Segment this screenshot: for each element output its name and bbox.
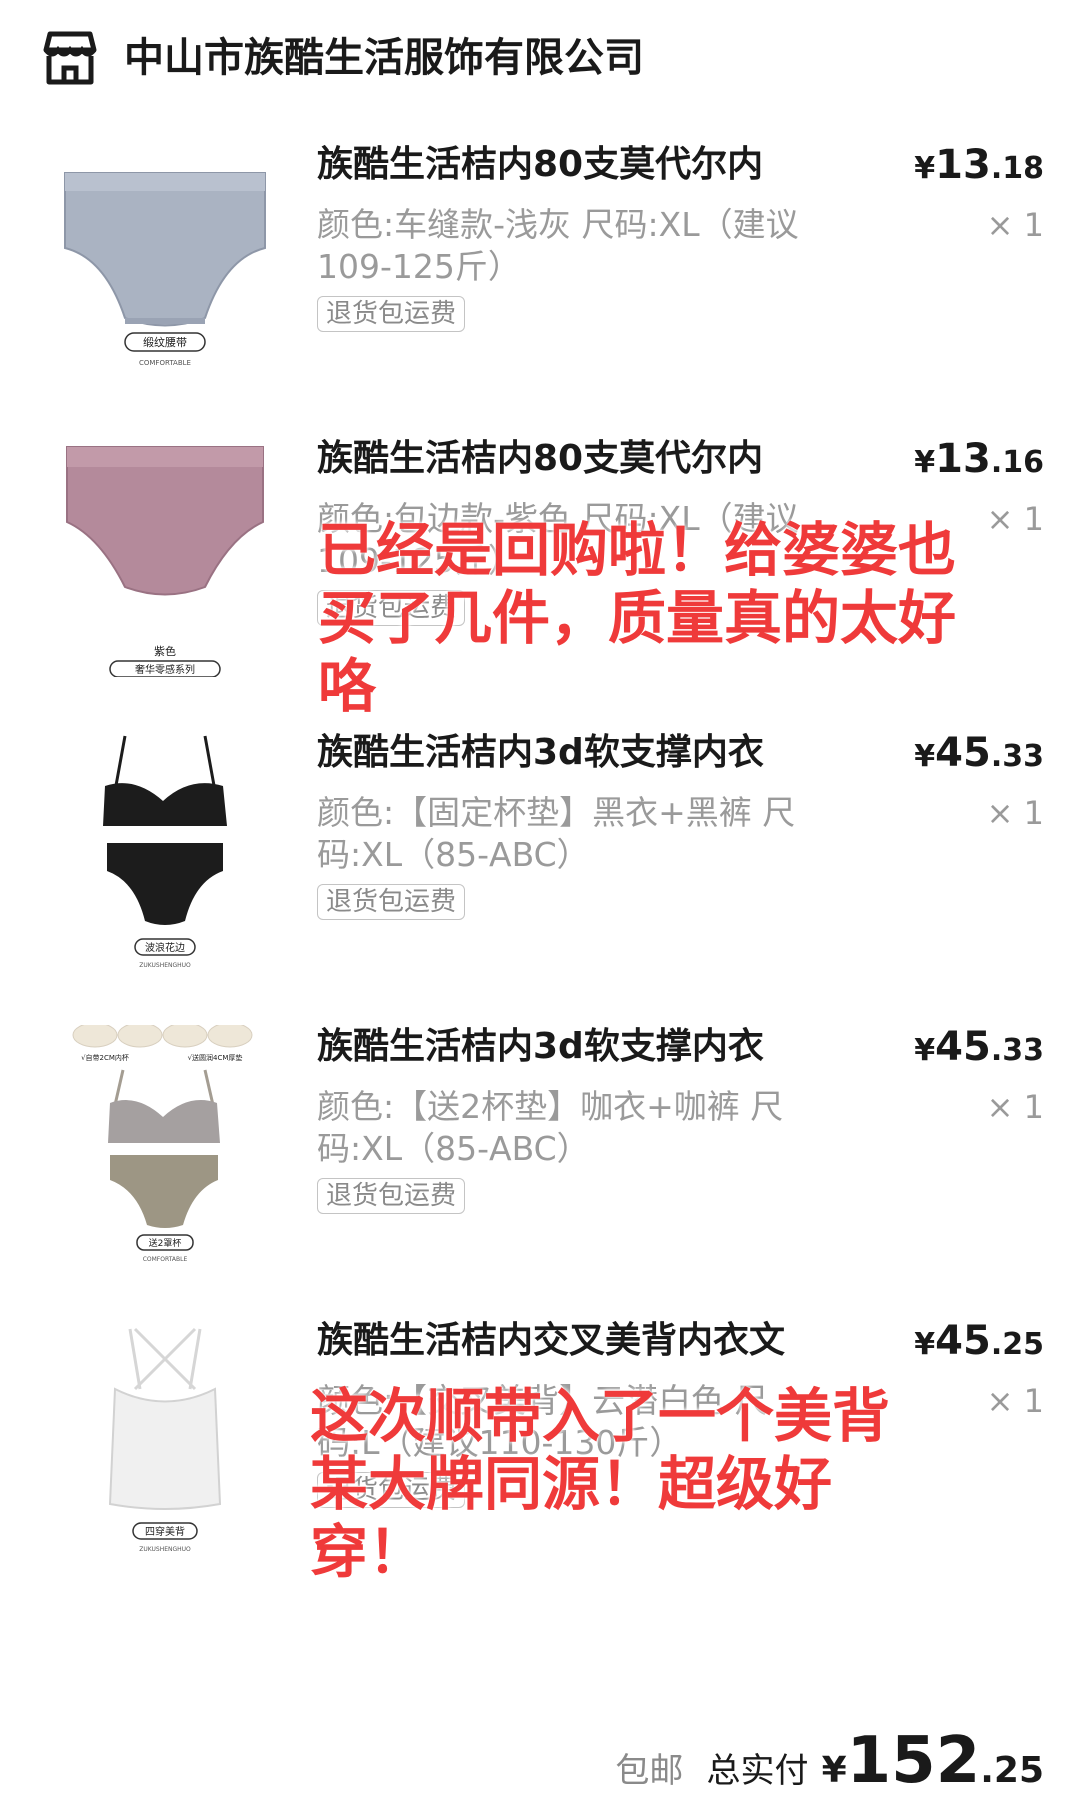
product-price: ¥45.33	[914, 730, 1044, 776]
svg-text:送2罩杯: 送2罩杯	[149, 1237, 182, 1249]
product-thumbnail-panties-gray[interactable]: 缎纹腰带 COMFORTABLE	[55, 143, 275, 383]
product-title[interactable]: 族酷生活桔内3d软支撑内衣	[317, 728, 837, 778]
store-icon	[43, 31, 97, 85]
svg-text:缎纹腰带: 缎纹腰带	[143, 335, 187, 349]
svg-text:波浪花边: 波浪花边	[145, 941, 185, 954]
product-quantity: × 1	[986, 206, 1044, 244]
product-spec: 颜色:【送2杯垫】咖衣+咖裤 尺码:XL（85-ABC）	[317, 1087, 784, 1168]
return-shipping-tag: 退货包运费	[317, 884, 466, 920]
review-overlay-text: 已经是回购啦！给婆婆也买了几件，质量真的太好咯	[318, 516, 957, 720]
product-thumbnail-bra-mocha[interactable]: √自带2CM内杯 √送圆润4CM厚垫 送2罩杯 COMFORTABLE	[55, 1025, 275, 1265]
product-price: ¥45.33	[914, 1024, 1044, 1070]
order-item[interactable]: 波浪花边 ZUKUSHENGHUO 族酷生活桔内3d软支撑内衣 ¥45.33 颜…	[0, 716, 1080, 1010]
product-price: ¥13.16	[914, 436, 1044, 482]
product-thumbnail-bra-black[interactable]: 波浪花边 ZUKUSHENGHUO	[55, 731, 275, 971]
total-amount-dec: .25	[980, 1750, 1044, 1791]
product-price: ¥45.25	[914, 1318, 1044, 1364]
order-item[interactable]: 缎纹腰带 COMFORTABLE 族酷生活桔内80支莫代尔内 ¥13.18 颜色…	[0, 128, 1080, 422]
order-total: 包邮 总实付 ¥152.25	[615, 1724, 1044, 1798]
product-price: ¥13.18	[914, 142, 1044, 188]
product-title[interactable]: 族酷生活桔内3d软支撑内衣	[317, 1022, 837, 1072]
product-spec: 颜色:【固定杯垫】黑衣+黑裤 尺码:XL（85-ABC）	[317, 793, 796, 874]
svg-text:四穿美背: 四穿美背	[145, 1525, 185, 1538]
product-thumbnail-panties-purple[interactable]: 紫色 奢华零感系列	[55, 437, 275, 677]
product-title[interactable]: 族酷生活桔内交叉美背内衣文	[317, 1316, 837, 1366]
store-name[interactable]: 中山市族酷生活服饰有限公司	[124, 30, 644, 86]
total-currency: ¥	[821, 1750, 847, 1791]
svg-text:ZUKUSHENGHUO: ZUKUSHENGHUO	[139, 1546, 191, 1553]
total-amount-int: 152	[846, 1724, 981, 1798]
product-spec: 颜色:车缝款-浅灰 尺码:XL（建议109-125斤）	[317, 205, 799, 286]
review-overlay-text: 这次顺带入了一个美背某大牌同源！超级好穿！	[310, 1382, 891, 1586]
product-title[interactable]: 族酷生活桔内80支莫代尔内	[317, 140, 837, 190]
product-quantity: × 1	[986, 500, 1044, 538]
product-title[interactable]: 族酷生活桔内80支莫代尔内	[317, 434, 837, 484]
free-shipping-label: 包邮	[615, 1751, 684, 1791]
svg-text:ZUKUSHENGHUO: ZUKUSHENGHUO	[139, 962, 191, 969]
product-quantity: × 1	[986, 1382, 1044, 1420]
product-quantity: × 1	[986, 1088, 1044, 1126]
product-thumbnail-tank-white[interactable]: 四穿美背 ZUKUSHENGHUO	[55, 1319, 275, 1559]
store-header[interactable]: 中山市族酷生活服饰有限公司	[0, 0, 1080, 120]
return-shipping-tag: 退货包运费	[317, 296, 466, 332]
order-item[interactable]: √自带2CM内杯 √送圆润4CM厚垫 送2罩杯 COMFORTABLE 族酷生活…	[0, 1010, 1080, 1304]
svg-text:√自带2CM内杯: √自带2CM内杯	[81, 1053, 129, 1062]
total-paid-label: 总实付	[706, 1751, 809, 1791]
svg-text:COMFORTABLE: COMFORTABLE	[143, 1256, 188, 1263]
svg-text:COMFORTABLE: COMFORTABLE	[139, 359, 191, 367]
return-shipping-tag: 退货包运费	[317, 1178, 466, 1214]
svg-text:紫色: 紫色	[154, 644, 176, 658]
svg-text:√送圆润4CM厚垫: √送圆润4CM厚垫	[188, 1053, 243, 1062]
product-quantity: × 1	[986, 794, 1044, 832]
svg-text:奢华零感系列: 奢华零感系列	[135, 663, 195, 676]
